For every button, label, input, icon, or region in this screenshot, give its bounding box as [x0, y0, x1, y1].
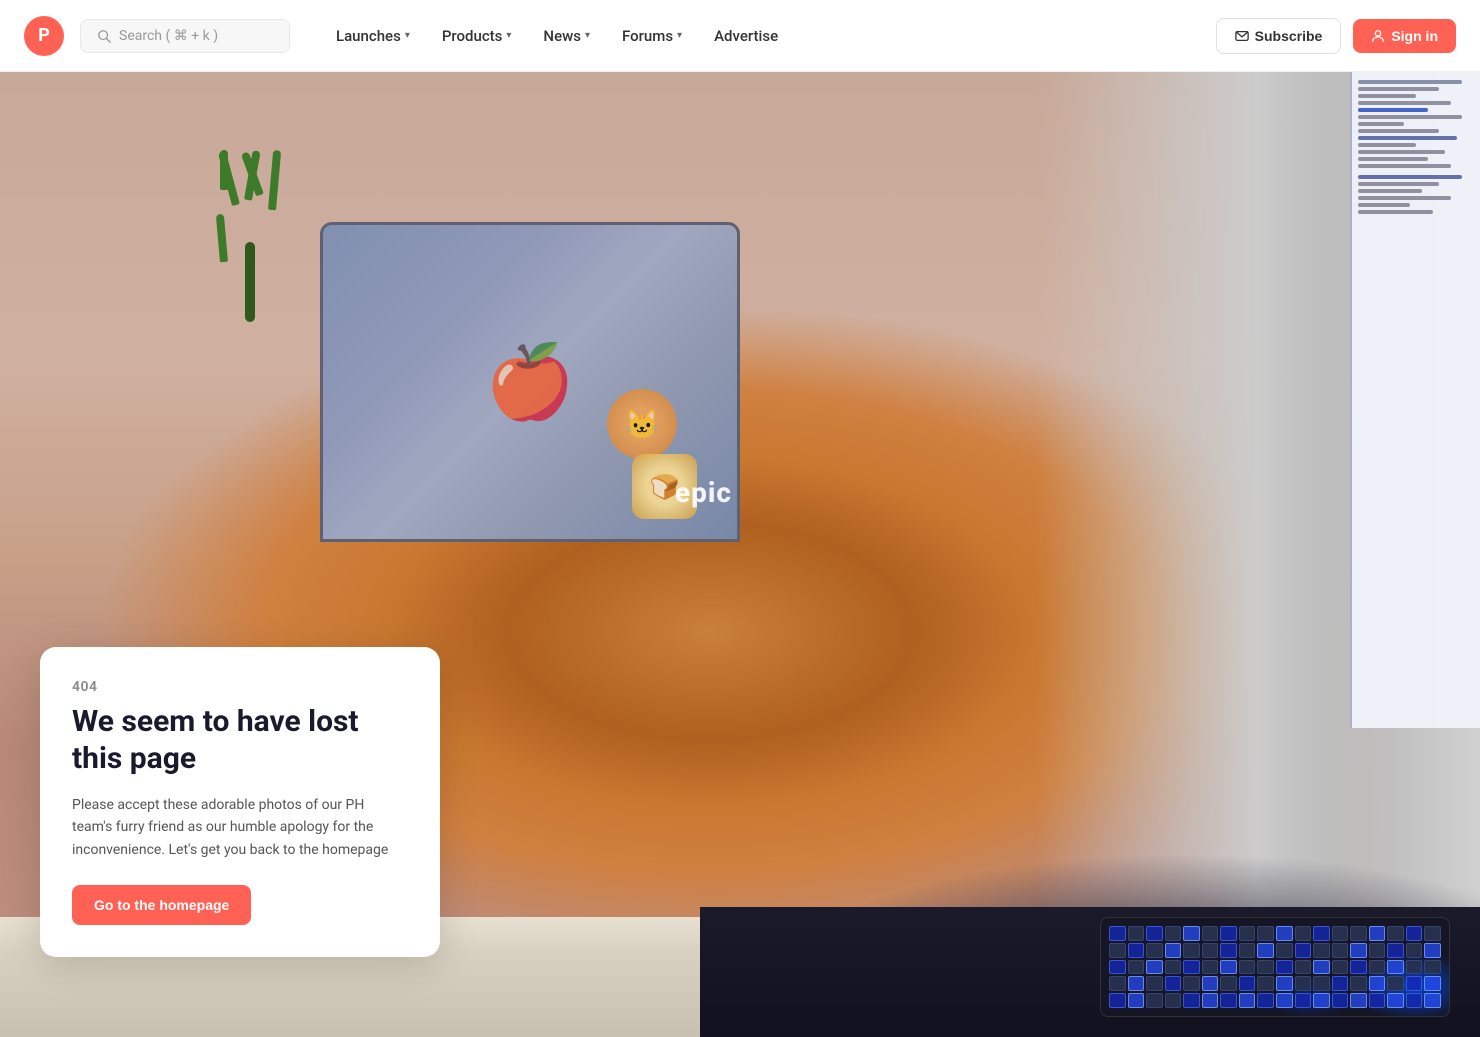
go-to-homepage-button[interactable]: Go to the homepage	[72, 885, 251, 925]
chevron-down-icon: ▾	[506, 30, 511, 41]
navbar: P Search ( ⌘ + k ) Launches ▾ Products ▾…	[0, 0, 1480, 72]
chevron-down-icon: ▾	[677, 30, 682, 41]
error-card: 404 We seem to have lost this page Pleas…	[40, 647, 440, 957]
nav-label-advertise: Advertise	[714, 27, 778, 45]
nav-item-forums[interactable]: Forums ▾	[608, 19, 696, 53]
nav-item-products[interactable]: Products ▾	[428, 19, 526, 53]
nav-label-news: News	[543, 27, 581, 45]
subscribe-button[interactable]: Subscribe	[1216, 18, 1342, 54]
mail-icon	[1235, 29, 1249, 43]
error-title: We seem to have lost this page	[72, 703, 408, 778]
nav-label-launches: Launches	[336, 27, 401, 45]
nav-label-products: Products	[442, 27, 503, 45]
chevron-down-icon: ▾	[585, 30, 590, 41]
error-code: 404	[72, 679, 408, 695]
nav-item-launches[interactable]: Launches ▾	[322, 19, 424, 53]
signin-button[interactable]: Sign in	[1353, 19, 1456, 53]
nav-item-advertise[interactable]: Advertise	[700, 19, 792, 53]
keyboard-prop	[1100, 917, 1450, 1017]
search-placeholder-text: Search ( ⌘ + k )	[119, 28, 218, 44]
hero-section: 🍎 🐱 🍞 epic	[0, 72, 1480, 1037]
nav-label-forums: Forums	[622, 27, 673, 45]
search-bar[interactable]: Search ( ⌘ + k )	[80, 19, 290, 53]
nav-right: Subscribe Sign in	[1216, 18, 1456, 54]
search-icon	[97, 29, 111, 43]
error-body-text: Please accept these adorable photos of o…	[72, 794, 408, 861]
chevron-down-icon: ▾	[405, 30, 410, 41]
right-monitor-sidebar	[1350, 72, 1480, 728]
nav-item-news[interactable]: News ▾	[529, 19, 604, 53]
person-icon	[1371, 29, 1385, 43]
logo[interactable]: P	[24, 16, 64, 56]
nav-items: Launches ▾ Products ▾ News ▾ Forums ▾ Ad…	[322, 19, 792, 53]
plant-decoration	[220, 122, 280, 322]
laptop-prop: 🍎 🐱 🍞 epic	[300, 222, 760, 602]
